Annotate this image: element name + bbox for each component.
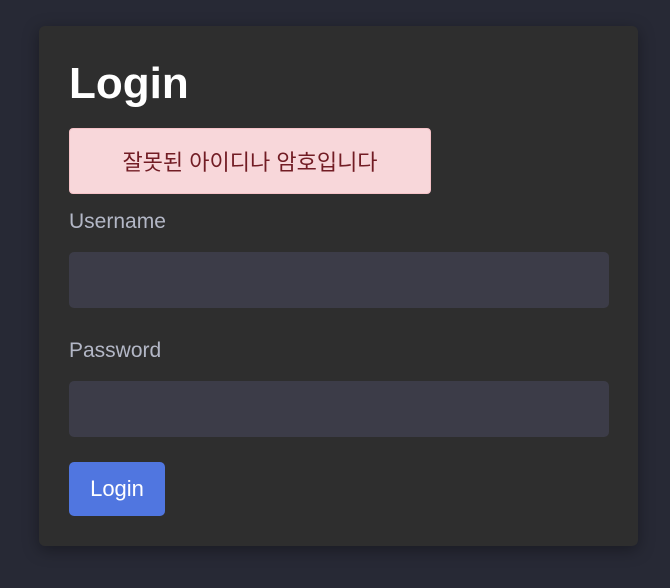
error-alert: 잘못된 아이디나 암호입니다 [69,128,431,194]
login-card: Login 잘못된 아이디나 암호입니다 Username Password L… [39,26,638,546]
password-input[interactable] [69,381,609,437]
username-label: Username [69,210,166,233]
username-input[interactable] [69,252,609,308]
page-title: Login [69,59,189,108]
password-label: Password [69,339,162,362]
login-button[interactable]: Login [69,462,165,516]
